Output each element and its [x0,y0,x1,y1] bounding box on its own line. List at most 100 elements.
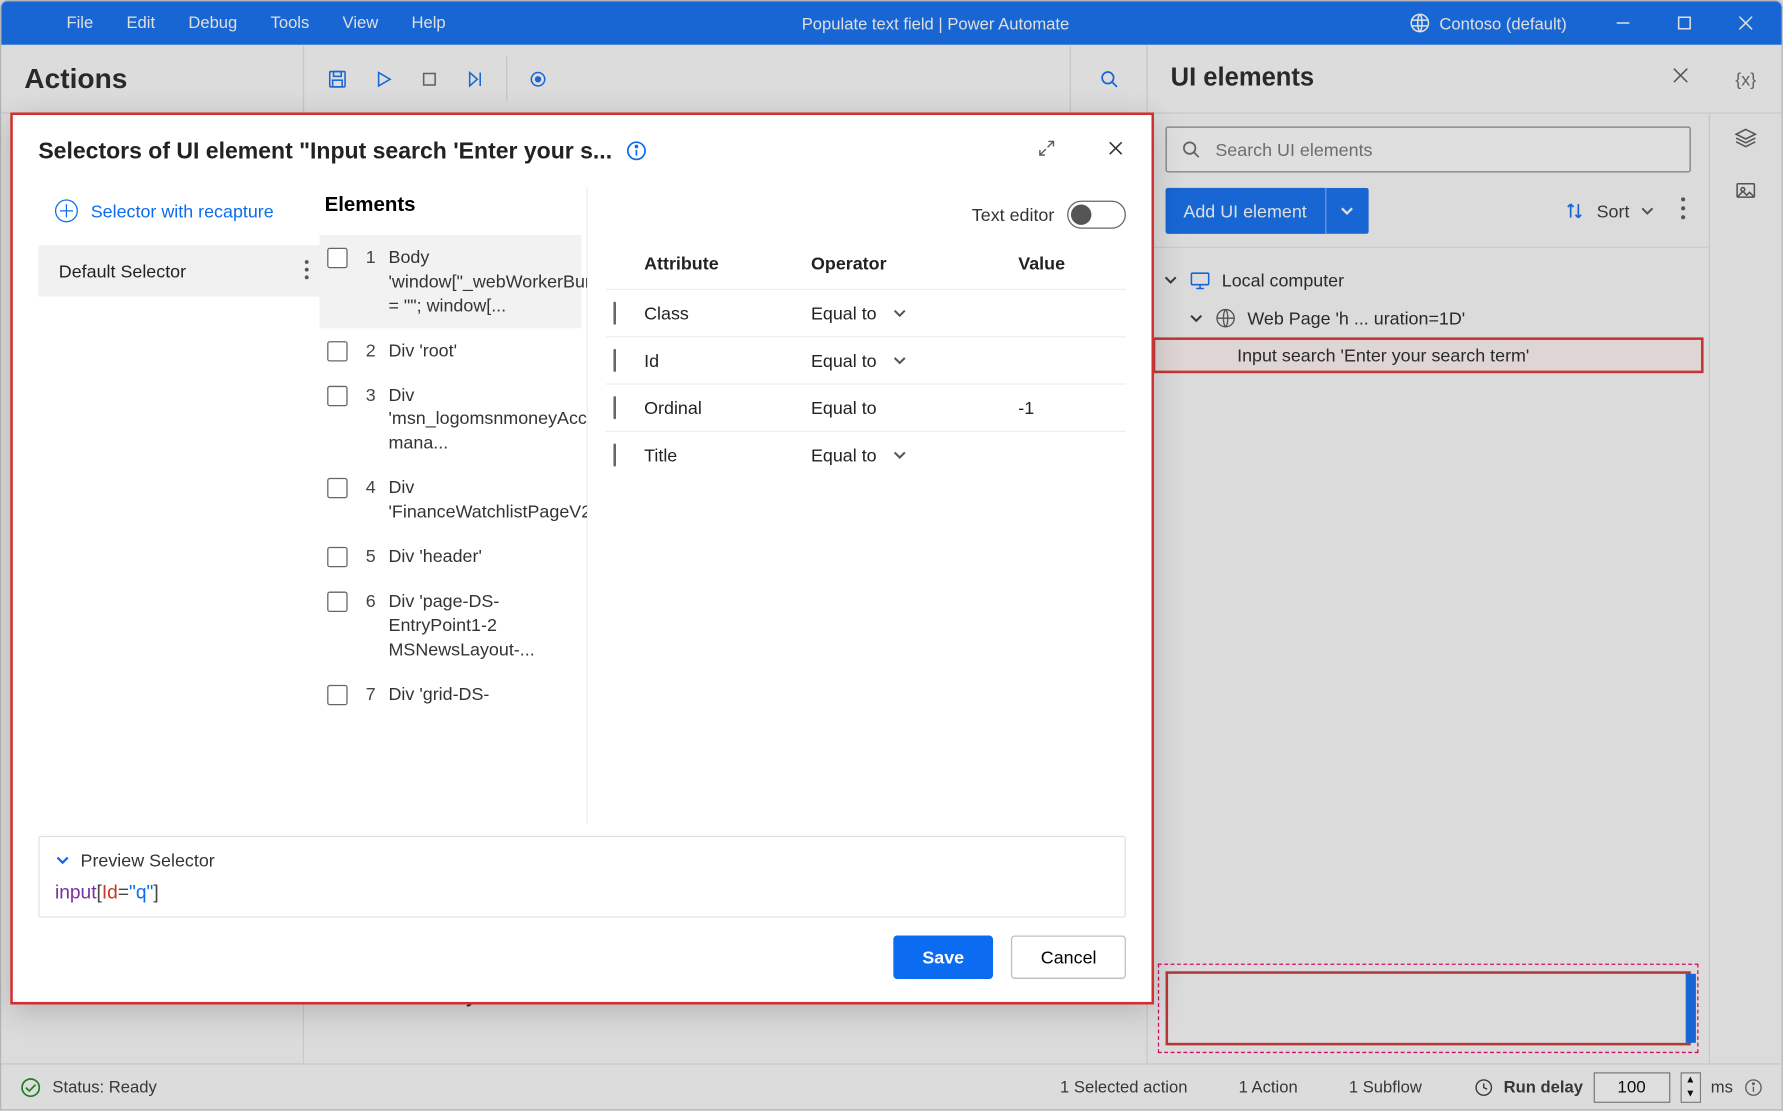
element-checkbox[interactable] [327,547,347,567]
element-checkbox[interactable] [327,385,347,405]
default-selector-item[interactable]: Default Selector [38,245,319,296]
element-row[interactable]: 6 Div 'page-DS-EntryPoint1-2 MSNewsLayou… [320,579,582,672]
sort-icon [1563,199,1586,222]
dialog-expand[interactable] [1036,137,1056,164]
tree-webpage-label: Web Page 'h ... uration=1D' [1247,308,1465,328]
titlebar: File Edit Debug Tools View Help Populate… [1,1,1781,44]
add-ui-element-button[interactable]: Add UI element [1166,188,1325,234]
element-checkbox[interactable] [327,341,347,361]
menu-tools[interactable]: Tools [254,1,326,44]
tenant-picker[interactable]: Contoso (default) [1409,12,1567,35]
menu-bar: File Edit Debug Tools View Help [1,1,462,44]
toolbar [304,45,1071,113]
element-row[interactable]: 7 Div 'grid-DS- [320,672,582,717]
attr-checkbox[interactable] [613,349,616,372]
add-ui-element-dropdown[interactable] [1325,188,1368,234]
element-row[interactable]: 5 Div 'header' [320,534,582,579]
tree-webpage[interactable]: Web Page 'h ... uration=1D' [1153,299,1704,337]
element-row[interactable]: 2 Div 'root' [320,328,582,373]
run-button[interactable] [360,44,406,113]
attr-operator[interactable]: Equal to [811,350,1003,370]
col-operator: Operator [803,243,1010,290]
status-subflows: 1 Subflow [1349,1077,1422,1096]
menu-edit[interactable]: Edit [110,1,172,44]
element-row[interactable]: 1 Body 'window["_webWorkerBundle"] = "";… [320,235,582,328]
save-button[interactable] [314,44,360,113]
attr-value[interactable] [1011,289,1126,336]
attr-value[interactable] [1011,431,1126,478]
menu-debug[interactable]: Debug [172,1,254,44]
rail-variables[interactable]: {x} [1710,45,1782,113]
run-delay-unit: ms [1711,1077,1733,1096]
menu-view[interactable]: View [326,1,395,44]
rail-images[interactable] [1734,179,1757,208]
tenant-name: Contoso (default) [1439,13,1566,32]
ui-elements-close[interactable] [1669,63,1692,94]
menu-file[interactable]: File [50,1,110,44]
element-label: Div 'root' [389,338,574,362]
attr-operator[interactable]: Equal to [811,397,1003,417]
element-row[interactable]: 3 Div 'msn_logomsnmoneyAccount mana... [320,373,582,466]
plus-icon: ＋ [55,199,78,222]
text-editor-label: Text editor [972,204,1055,224]
check-circle-icon [19,1075,42,1098]
preview-selector-text: input[Id="q"] [55,881,1109,904]
step-button[interactable] [452,44,498,113]
element-checkbox[interactable] [327,684,347,704]
selector-with-recapture[interactable]: ＋ Selector with recapture [38,187,319,236]
right-rail [1710,114,1782,1064]
run-delay: Run delay ▲▼ ms [1473,1072,1764,1103]
element-number: 3 [360,384,375,404]
attr-checkbox[interactable] [613,443,616,466]
element-checkbox[interactable] [327,478,347,498]
element-row[interactable]: 4 Div 'FinanceWatchlistPageV2' [320,465,582,534]
element-label: Div 'msn_logomsnmoneyAccount mana... [389,383,587,455]
rail-layers[interactable] [1734,127,1757,156]
save-button[interactable]: Save [893,935,994,978]
dialog-close[interactable] [1105,137,1125,164]
col-attribute: Attribute [636,243,803,290]
ui-elements-search-input[interactable] [1215,139,1676,159]
element-label: Div 'FinanceWatchlistPageV2' [389,476,587,524]
computer-icon [1189,268,1212,291]
ui-elements-search[interactable] [1166,127,1691,173]
cancel-button[interactable]: Cancel [1011,935,1126,978]
attr-checkbox[interactable] [613,302,616,325]
run-delay-label: Run delay [1504,1077,1583,1096]
globe-icon [1214,307,1237,330]
ui-elements-more[interactable] [1675,191,1690,231]
window-close[interactable] [1718,1,1774,44]
elements-header: Elements [320,187,587,236]
run-delay-spinner[interactable]: ▲▼ [1680,1072,1700,1103]
attr-value[interactable] [1011,337,1126,384]
sort-label: Sort [1597,201,1630,221]
ui-elements-title: UI elements [1171,64,1314,93]
search-icon [1097,67,1120,90]
tree-root[interactable]: Local computer [1153,261,1704,299]
selector-more-icon[interactable] [304,259,309,283]
stop-button[interactable] [406,44,452,113]
sort-button[interactable]: Sort [1563,199,1655,222]
toolbar-search[interactable] [1071,45,1148,113]
element-checkbox[interactable] [327,592,347,612]
window-minimize[interactable] [1595,1,1651,44]
menu-help[interactable]: Help [395,1,462,44]
attr-checkbox[interactable] [613,396,616,419]
attr-operator[interactable]: Equal to [811,445,1003,465]
element-checkbox[interactable] [327,248,347,268]
attr-value[interactable]: -1 [1011,384,1126,431]
attribute-row: Title Equal to [606,431,1126,478]
preview-selector[interactable]: Preview Selector input[Id="q"] [38,836,1126,918]
tree-selected-element[interactable]: Input search 'Enter your search term' [1153,337,1704,373]
text-editor-toggle[interactable] [1067,201,1126,229]
top-row: Actions UI elements {x} [1,45,1781,114]
tree-root-label: Local computer [1222,270,1344,290]
run-delay-input[interactable] [1593,1072,1670,1103]
record-button[interactable] [515,44,561,113]
attr-name: Class [636,289,803,336]
attr-operator[interactable]: Equal to [811,303,1003,323]
window-maximize[interactable] [1656,1,1712,44]
info-icon[interactable] [625,139,648,162]
info-icon[interactable] [1743,1077,1763,1097]
status-selected-action: 1 Selected action [1060,1077,1187,1096]
